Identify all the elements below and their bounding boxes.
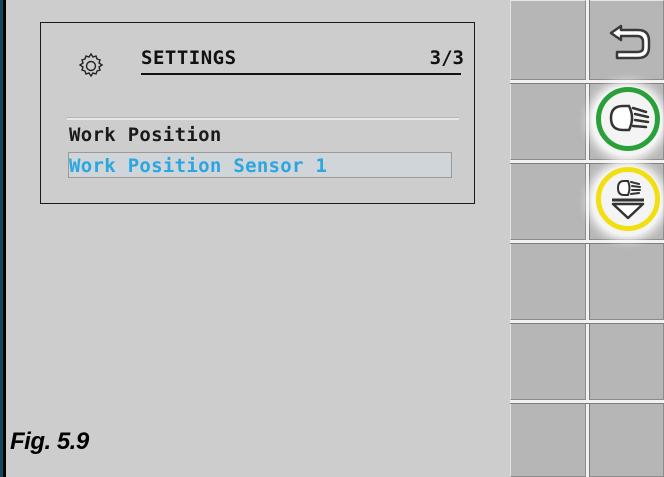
settings-panel: SETTINGS 3/3 Work Position Work Position… xyxy=(40,22,475,204)
panel-divider xyxy=(510,400,664,403)
menu-item-work-position[interactable]: Work Position xyxy=(69,124,222,146)
panel-divider xyxy=(510,80,664,83)
softkey-right-5[interactable] xyxy=(589,323,664,400)
title-underline xyxy=(141,73,461,75)
figure-caption: Fig. 5.9 xyxy=(10,428,89,455)
softkey-panel xyxy=(510,0,664,477)
softkey-left-1[interactable] xyxy=(510,0,586,80)
headlight-icon[interactable] xyxy=(605,100,651,136)
softkey-left-6[interactable] xyxy=(510,403,586,477)
gear-icon xyxy=(78,52,104,78)
divider xyxy=(67,117,459,120)
softkey-left-4[interactable] xyxy=(510,243,586,320)
menu-item-work-position-sensor-1[interactable]: Work Position Sensor 1 xyxy=(68,152,452,178)
main-display: SETTINGS 3/3 Work Position Work Position… xyxy=(6,0,510,477)
page-title: SETTINGS xyxy=(141,47,237,69)
panel-divider xyxy=(510,320,664,323)
softkey-left-2[interactable] xyxy=(510,83,586,160)
panel-divider-vertical xyxy=(586,0,589,477)
panel-divider xyxy=(510,160,664,163)
panel-divider xyxy=(510,240,664,243)
bezel-accent xyxy=(0,0,3,477)
back-arrow-icon[interactable] xyxy=(607,20,653,60)
softkey-right-4[interactable] xyxy=(589,243,664,320)
page-indicator: 3/3 xyxy=(429,47,464,69)
softkey-left-5[interactable] xyxy=(510,323,586,400)
softkey-left-3[interactable] xyxy=(510,163,586,240)
softkey-right-6[interactable] xyxy=(589,403,664,477)
headlight-down-icon[interactable] xyxy=(608,176,648,222)
